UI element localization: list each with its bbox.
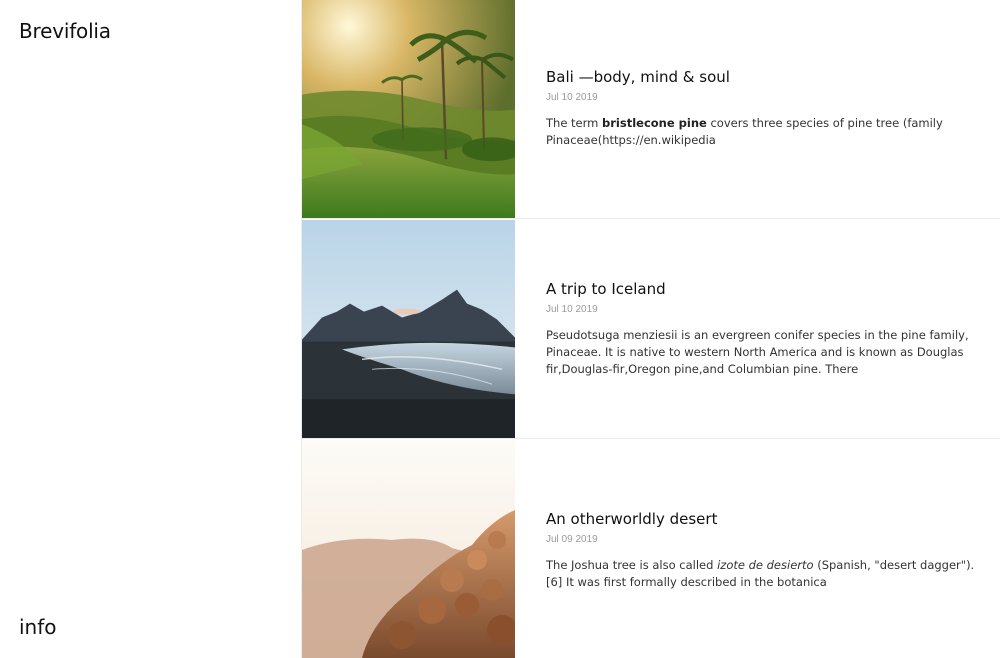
post-text: An otherworldly desert Jul 09 2019 The J… <box>546 510 986 591</box>
post-title-link[interactable]: An otherworldly desert <box>546 510 986 528</box>
sidebar: Brevifolia info <box>0 0 302 658</box>
post-title-link[interactable]: A trip to Iceland <box>546 280 986 298</box>
post-excerpt: The Joshua tree is also called izote de … <box>546 557 986 591</box>
post-card[interactable]: An otherworldly desert Jul 09 2019 The J… <box>302 440 1000 658</box>
post-date: Jul 10 2019 <box>546 92 598 103</box>
post-text: A trip to Iceland Jul 10 2019 Pseudotsug… <box>546 280 986 378</box>
post-card[interactable]: A trip to Iceland Jul 10 2019 Pseudotsug… <box>302 220 1000 439</box>
post-title-link[interactable]: Bali —body, mind & soul <box>546 68 986 86</box>
post-text: Bali —body, mind & soul Jul 10 2019 The … <box>546 68 986 149</box>
rice-terrace-photo[interactable] <box>302 0 515 218</box>
post-date: Jul 09 2019 <box>546 534 598 545</box>
post-feed: Bali —body, mind & soul Jul 10 2019 The … <box>302 0 1000 658</box>
excerpt-text: The term <box>546 116 603 130</box>
desert-rocks-photo[interactable] <box>302 440 515 658</box>
excerpt-text: The Joshua tree is also called <box>546 558 718 572</box>
post-date: Jul 10 2019 <box>546 304 598 315</box>
site-brand-link[interactable]: Brevifolia <box>19 19 111 43</box>
excerpt-bold-term: bristlecone pine <box>602 116 707 130</box>
post-excerpt: Pseudotsuga menziesii is an evergreen co… <box>546 328 969 376</box>
post-card[interactable]: Bali —body, mind & soul Jul 10 2019 The … <box>302 0 1000 219</box>
excerpt-italic-term: izote de desierto <box>717 558 814 572</box>
post-excerpt: The term bristlecone pine covers three s… <box>546 115 986 149</box>
iceland-mountain-beach-photo[interactable] <box>302 220 515 438</box>
info-link[interactable]: info <box>19 615 57 639</box>
